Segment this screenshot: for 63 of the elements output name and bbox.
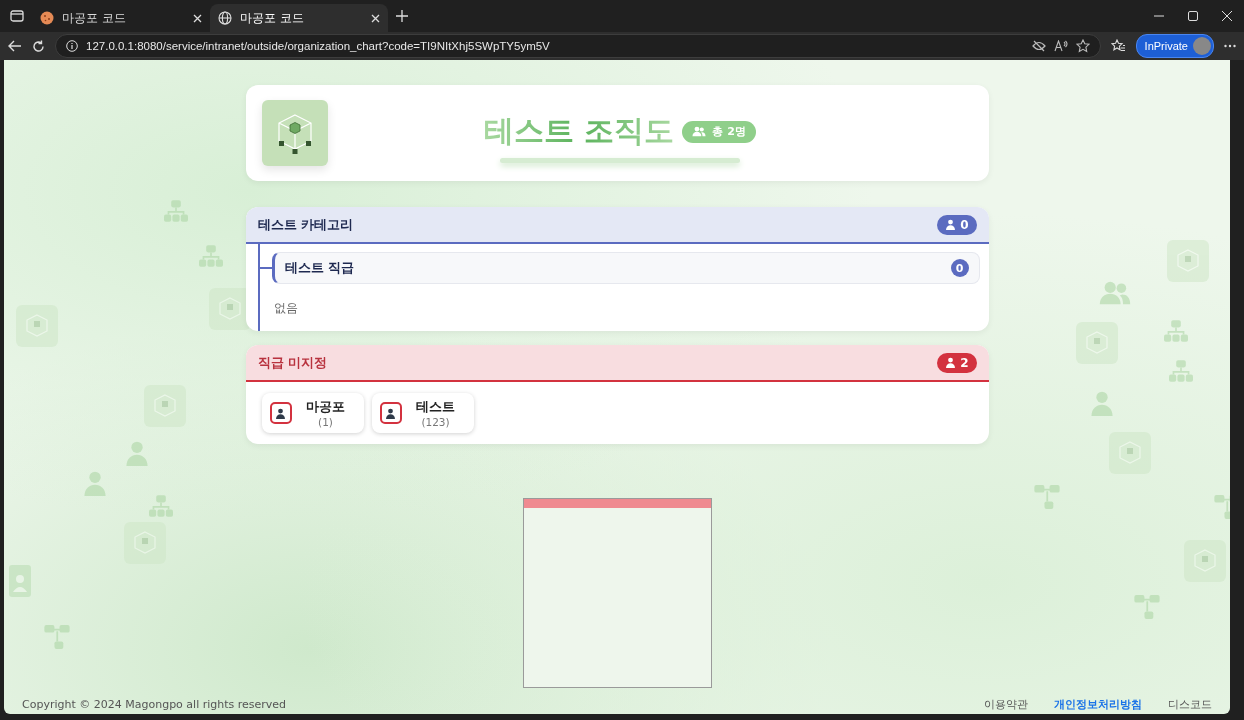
hierarchy-icon	[1134, 595, 1160, 619]
footer-link[interactable]: 이용약관	[984, 697, 1028, 712]
org-chart-icon	[1164, 320, 1188, 342]
footer-link[interactable]: 개인정보처리방침	[1054, 697, 1142, 712]
star-icon[interactable]	[1075, 39, 1090, 53]
info-icon[interactable]	[66, 40, 78, 52]
new-tab-icon[interactable]	[396, 10, 408, 22]
person-icon	[945, 219, 957, 230]
copyright-text: Copyright © 2024 Magongpo all rights reserved	[22, 698, 288, 711]
close-icon[interactable]	[193, 13, 202, 23]
hierarchy-icon	[1034, 485, 1060, 509]
member-name: 테스트	[416, 398, 455, 416]
cookie-icon	[40, 11, 54, 25]
sidebar-icon[interactable]	[10, 10, 24, 22]
inprivate-button[interactable]: InPrivate	[1135, 34, 1214, 58]
member-count-badge: 0	[937, 214, 977, 235]
avatar-icon	[1193, 37, 1211, 55]
person-icon	[269, 402, 292, 424]
person-icon	[1089, 390, 1115, 416]
category-name: 테스트 카테고리	[257, 215, 354, 234]
position-count-badge: 0	[950, 259, 969, 277]
logo-icon	[261, 100, 328, 166]
org-chart-icon	[1169, 360, 1193, 382]
member-name: 마공포	[306, 398, 345, 416]
globe-icon	[218, 11, 232, 25]
member-card[interactable]: 마공포 (1)	[261, 393, 364, 433]
logo-tile-icon	[1109, 432, 1151, 474]
close-icon[interactable]	[1222, 11, 1232, 21]
empty-text: 없음	[272, 300, 299, 317]
org-chart-icon	[199, 245, 223, 267]
hierarchy-icon	[44, 625, 70, 649]
back-icon[interactable]	[8, 40, 22, 52]
browser-tab[interactable]: 마공포 코드	[210, 4, 388, 32]
users-icon	[692, 126, 707, 137]
read-aloud-icon[interactable]	[1053, 40, 1068, 52]
id-badge-icon	[9, 565, 31, 597]
reload-icon[interactable]	[32, 39, 45, 53]
favorites-icon[interactable]	[1110, 39, 1126, 53]
more-icon[interactable]	[1224, 44, 1236, 48]
person-icon	[379, 402, 402, 424]
member-count-badge: 2	[937, 352, 977, 373]
logo-tile-icon	[1167, 240, 1209, 282]
person-icon	[124, 440, 150, 466]
browser-tab[interactable]: 마공포 코드	[32, 4, 210, 32]
eye-off-icon[interactable]	[1031, 40, 1046, 52]
users-icon	[1099, 280, 1131, 306]
footer-link[interactable]: 디스코드	[1168, 697, 1212, 712]
person-icon	[945, 357, 957, 368]
maximize-icon[interactable]	[1188, 11, 1198, 21]
logo-tile-icon	[1076, 322, 1118, 364]
close-icon[interactable]	[371, 13, 380, 23]
member-id: (123)	[421, 415, 450, 428]
unassigned-title: 직급 미지정	[257, 353, 328, 372]
logo-tile-icon	[1184, 540, 1226, 582]
logo-tile-icon	[124, 522, 166, 564]
logo-tile-icon	[144, 385, 186, 427]
member-card[interactable]: 테스트 (123)	[371, 393, 474, 433]
org-chart-icon	[149, 495, 173, 517]
logo-tile-icon	[16, 305, 58, 347]
org-chart-icon	[164, 200, 188, 222]
total-count-badge: 총 2명	[682, 120, 756, 143]
member-id: (1)	[318, 415, 333, 428]
person-icon	[82, 470, 108, 496]
